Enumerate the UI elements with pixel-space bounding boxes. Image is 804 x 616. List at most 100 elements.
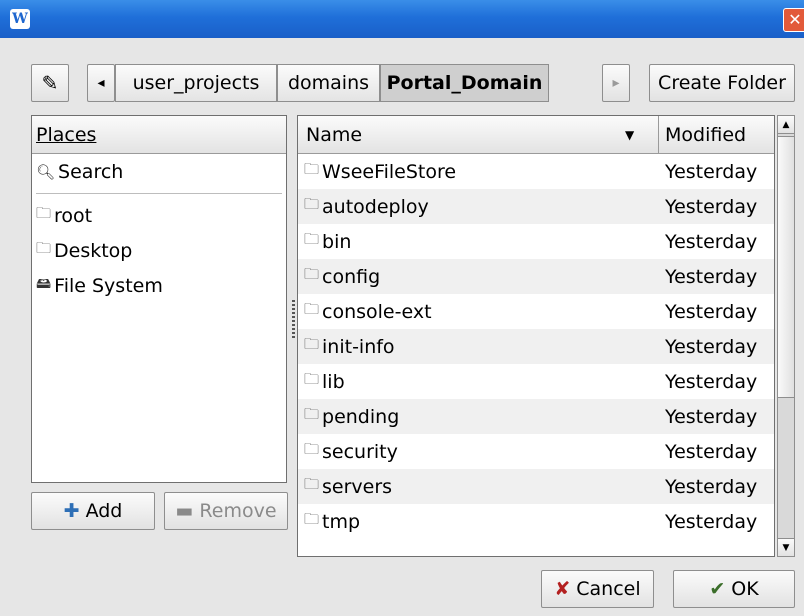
ok-check-icon: ✔ (709, 578, 726, 600)
folder-icon: 🗀︎ (304, 195, 320, 213)
folder-icon: 🗀︎ (304, 300, 320, 318)
file-modified-cell: Yesterday (665, 370, 758, 393)
file-modified-cell: Yesterday (665, 475, 758, 498)
path-forward-button[interactable]: ▸ (602, 64, 630, 102)
file-row[interactable]: 🗀︎ init-info Yesterday (298, 329, 774, 364)
file-row[interactable]: 🗀︎ console-ext Yesterday (298, 294, 774, 329)
file-list: Name ▼ Modified 🗀︎ WseeFileStore Yesterday… (297, 115, 775, 557)
sort-descending-icon: ▼ (625, 128, 635, 142)
places-divider (36, 193, 282, 194)
file-modified-cell: Yesterday (665, 300, 758, 323)
file-rows: 🗀︎ WseeFileStore Yesterday 🗀︎ autodeploy Yest… (298, 154, 774, 539)
folder-icon: 🗀︎ (304, 475, 320, 493)
scroll-thumb[interactable] (778, 136, 794, 398)
folder-icon: 🗀︎ (304, 405, 320, 423)
close-button[interactable]: ✕ (783, 8, 804, 32)
scroll-down-arrow-icon[interactable]: ▼ (778, 538, 794, 556)
column-header-modified[interactable]: Modified (659, 116, 774, 154)
file-row[interactable]: 🗀︎ pending Yesterday (298, 399, 774, 434)
file-name-label: lib (322, 370, 345, 393)
file-name-cell: 🗀︎ WseeFileStore (298, 159, 659, 184)
cancel-button[interactable]: ✘ Cancel (541, 570, 654, 608)
edit-icon: ✎ (41, 71, 59, 95)
place-label: root (54, 204, 93, 227)
places-header[interactable]: Places (32, 116, 286, 154)
plus-icon: ✚ (63, 500, 80, 522)
left-arrow-icon: ◂ (97, 75, 105, 91)
folder-icon: 🗀︎ (304, 370, 320, 388)
file-row[interactable]: 🗀︎ config Yesterday (298, 259, 774, 294)
remove-label: Remove (199, 500, 277, 522)
file-row[interactable]: 🗀︎ autodeploy Yesterday (298, 189, 774, 224)
folder-icon: 🗀︎ (36, 239, 52, 257)
crumb-label: Portal_Domain (386, 72, 543, 94)
file-modified-cell: Yesterday (665, 230, 758, 253)
places-pane: Places 🔍︎ Search 🗀︎ root 🗀︎ Desktop 🖴︎ F… (31, 115, 287, 483)
app-icon: W (10, 9, 30, 29)
file-modified-cell: Yesterday (665, 405, 758, 428)
file-name-cell: 🗀︎ security (298, 439, 659, 464)
place-search[interactable]: 🔍︎ Search (32, 154, 286, 189)
file-name-label: autodeploy (322, 195, 429, 218)
search-icon: 🔍︎ (36, 162, 56, 181)
right-arrow-icon: ▸ (612, 75, 620, 91)
folder-icon: 🗀︎ (304, 440, 320, 458)
file-row[interactable]: 🗀︎ security Yesterday (298, 434, 774, 469)
column-header-name[interactable]: Name ▼ (298, 116, 659, 154)
folder-icon: 🗀︎ (304, 335, 320, 353)
file-modified-cell: Yesterday (665, 510, 758, 533)
file-name-label: config (322, 265, 381, 288)
file-name-cell: 🗀︎ tmp (298, 509, 659, 534)
file-name-label: servers (322, 475, 393, 498)
file-modified-cell: Yesterday (665, 265, 758, 288)
place-file-system[interactable]: 🖴︎ File System (32, 268, 286, 303)
folder-icon: 🗀︎ (304, 160, 320, 178)
folder-icon: 🗀︎ (36, 204, 52, 222)
file-name-label: bin (322, 230, 352, 253)
column-modified-label: Modified (665, 124, 747, 146)
folder-icon: 🗀︎ (304, 510, 320, 528)
title-bar: W ✕ (0, 0, 804, 38)
create-folder-button[interactable]: Create Folder (649, 64, 795, 102)
file-list-header: Name ▼ Modified (298, 116, 774, 154)
crumb-label: domains (287, 72, 370, 94)
crumb-domains[interactable]: domains (277, 64, 380, 102)
add-place-button[interactable]: ✚ Add (31, 492, 155, 530)
file-name-cell: 🗀︎ init-info (298, 334, 659, 359)
file-name-cell: 🗀︎ lib (298, 369, 659, 394)
create-folder-label: Create Folder (658, 72, 786, 94)
file-row[interactable]: 🗀︎ servers Yesterday (298, 469, 774, 504)
file-name-label: tmp (322, 510, 361, 533)
folder-icon: 🗀︎ (304, 265, 320, 283)
pane-resize-grip[interactable] (292, 300, 295, 340)
file-row[interactable]: 🗀︎ lib Yesterday (298, 364, 774, 399)
file-modified-cell: Yesterday (665, 335, 758, 358)
file-row[interactable]: 🗀︎ tmp Yesterday (298, 504, 774, 539)
remove-place-button[interactable]: ▬ Remove (164, 492, 288, 530)
place-label: Desktop (54, 239, 133, 262)
vertical-scrollbar[interactable]: ▲ ▼ (777, 115, 795, 557)
file-row[interactable]: 🗀︎ bin Yesterday (298, 224, 774, 259)
path-back-button[interactable]: ◂ (87, 64, 115, 102)
place-root[interactable]: 🗀︎ root (32, 198, 286, 233)
file-name-label: console-ext (322, 300, 432, 323)
file-name-cell: 🗀︎ config (298, 264, 659, 289)
file-name-cell: 🗀︎ console-ext (298, 299, 659, 324)
place-label: Search (58, 160, 124, 183)
file-name-label: pending (322, 405, 400, 428)
scroll-up-arrow-icon[interactable]: ▲ (778, 116, 794, 134)
cancel-x-icon: ✘ (554, 578, 571, 600)
edit-location-button[interactable]: ✎ (31, 64, 69, 102)
ok-button[interactable]: ✔ OK (673, 570, 795, 608)
crumb-portal-domain[interactable]: Portal_Domain (380, 64, 549, 102)
file-modified-cell: Yesterday (665, 440, 758, 463)
place-desktop[interactable]: 🗀︎ Desktop (32, 233, 286, 268)
file-modified-cell: Yesterday (665, 195, 758, 218)
crumb-user-projects[interactable]: user_projects (115, 64, 277, 102)
file-name-label: init-info (322, 335, 395, 358)
column-name-label: Name (306, 124, 363, 146)
file-row[interactable]: 🗀︎ WseeFileStore Yesterday (298, 154, 774, 189)
file-name-label: security (322, 440, 398, 463)
ok-label: OK (731, 578, 759, 600)
file-modified-cell: Yesterday (665, 160, 758, 183)
